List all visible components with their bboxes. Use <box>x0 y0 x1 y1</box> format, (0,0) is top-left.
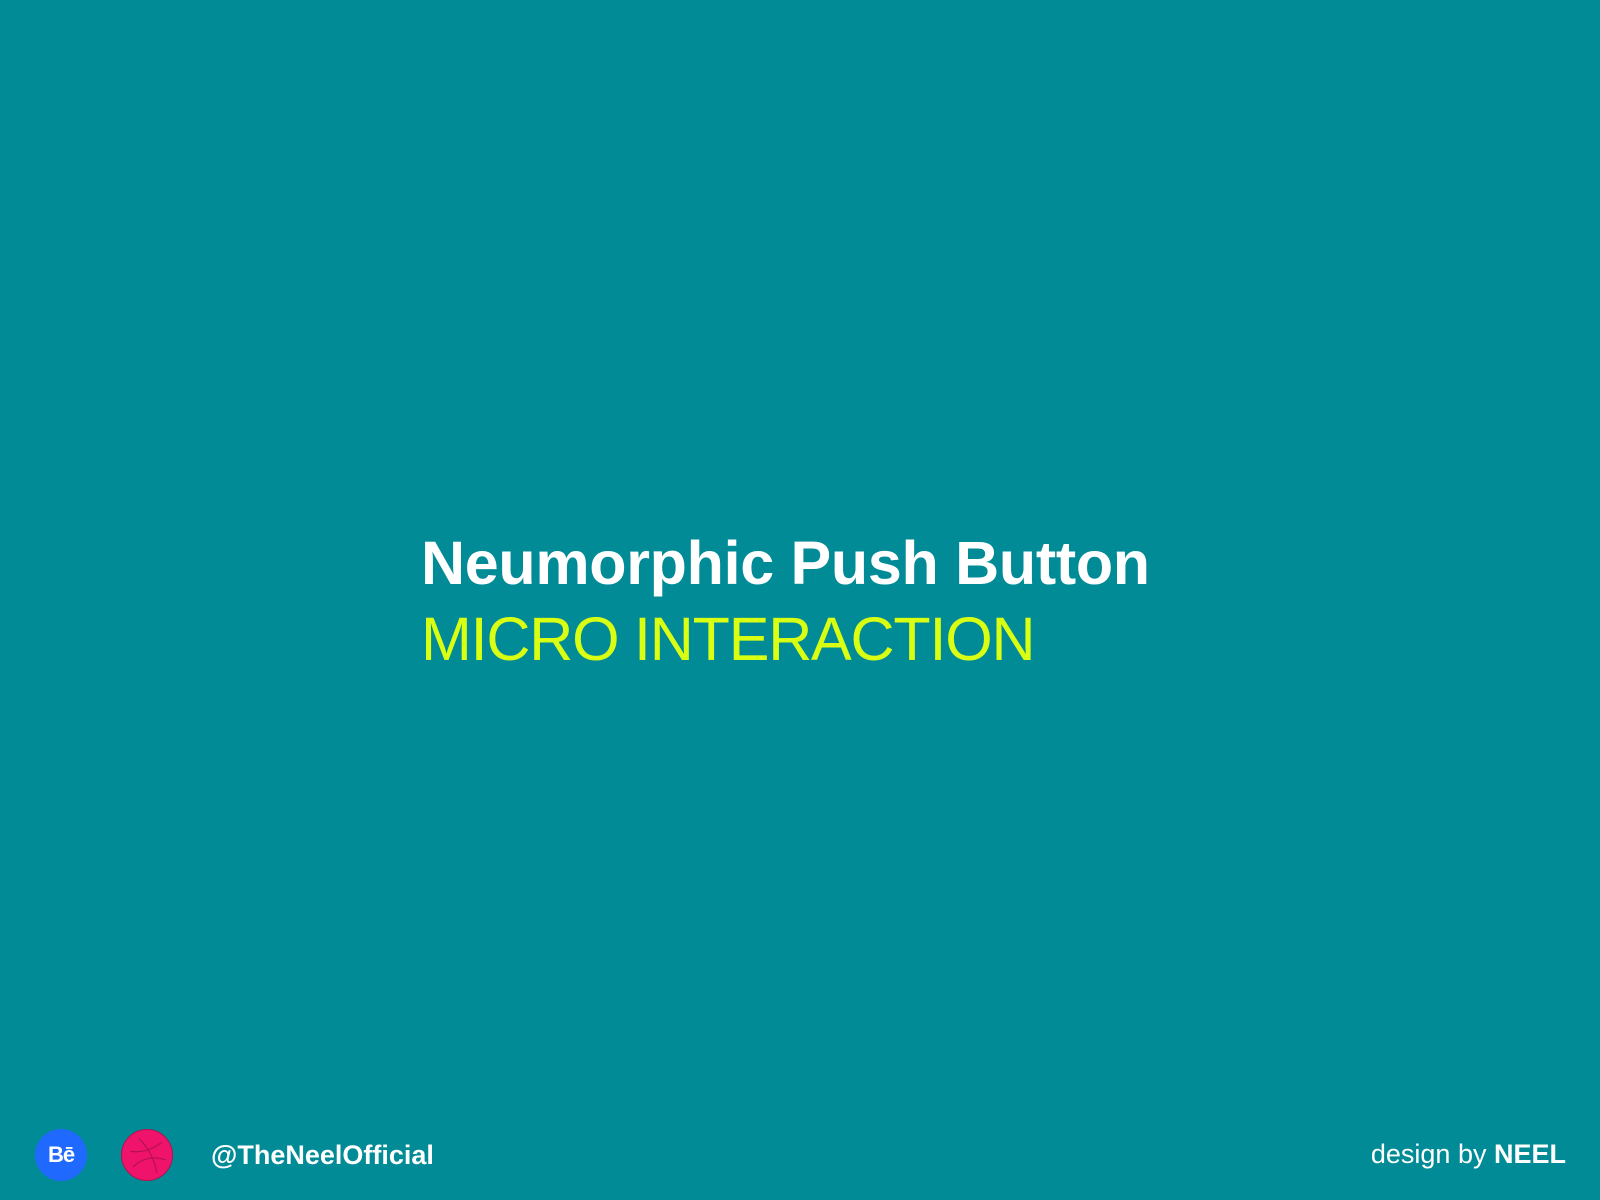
page-title: Neumorphic Push Button <box>421 529 1150 597</box>
social-handle[interactable]: @TheNeelOfficial <box>211 1140 434 1171</box>
page-subtitle: MICRO INTERACTION <box>421 605 1036 673</box>
dribbble-ball-glyph <box>130 1138 166 1173</box>
dribbble-icon[interactable] <box>121 1129 173 1181</box>
designer-credit: design by NEEL <box>1371 1139 1566 1170</box>
social-footer: Bē @TheNeelOfficial <box>35 1128 434 1182</box>
behance-icon[interactable]: Bē <box>35 1129 87 1181</box>
behance-icon-label: Bē <box>47 1142 75 1167</box>
hero-section: Neumorphic Push Button MICRO INTERACTION <box>421 525 1150 677</box>
credit-name: NEEL <box>1493 1139 1566 1169</box>
credit-prefix: design by <box>1370 1139 1487 1169</box>
